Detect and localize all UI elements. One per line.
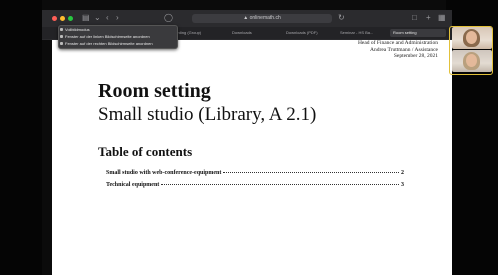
new-tab-icon[interactable]: + bbox=[426, 14, 431, 22]
shield-icon[interactable]: ◯ bbox=[164, 14, 173, 22]
minimize-window-button[interactable] bbox=[60, 16, 65, 21]
menu-item-label: Fenster auf der linken Bildschirmseite a… bbox=[65, 34, 150, 39]
toc-heading: Table of contents bbox=[98, 144, 193, 159]
address-bar[interactable]: ▲ onlinemath.ch bbox=[192, 14, 332, 23]
menu-item-label: Vollbildmodus bbox=[65, 27, 90, 32]
tab-item[interactable]: Seminar - HS Ba... bbox=[340, 29, 384, 37]
toc-leader bbox=[223, 172, 399, 173]
toc-entry-label: Technical equipment bbox=[106, 182, 160, 188]
toc-entry-page: 2 bbox=[401, 170, 404, 176]
tile-right-icon bbox=[60, 42, 63, 45]
document-header-info: Head of Finance and Administration Andre… bbox=[358, 40, 438, 60]
tab-overview-icon[interactable]: ▦ bbox=[438, 14, 446, 22]
share-icon[interactable]: □ bbox=[412, 14, 417, 22]
toc-entry-label: Small studio with web-conference-equipme… bbox=[106, 170, 222, 176]
document-title: Room setting bbox=[98, 80, 211, 102]
toc-leader bbox=[161, 184, 399, 185]
menu-item-label: Fenster auf der rechten Bildschirmseite … bbox=[65, 41, 153, 46]
tab-item[interactable]: Downloads bbox=[232, 29, 282, 37]
fullscreen-icon bbox=[60, 28, 63, 31]
back-icon[interactable]: ‹ bbox=[106, 14, 109, 22]
header-date: September 28, 2021 bbox=[393, 53, 438, 59]
sidebar-icon[interactable]: ▤ bbox=[82, 14, 90, 22]
forward-icon[interactable]: › bbox=[116, 14, 119, 22]
close-window-button[interactable] bbox=[52, 16, 57, 21]
document-page: Head of Finance and Administration Andre… bbox=[52, 40, 452, 275]
toc-entry[interactable]: Small studio with web-conference-equipme… bbox=[106, 170, 404, 178]
header-department: Head of Finance and Administration bbox=[357, 40, 438, 46]
window-controls bbox=[52, 16, 73, 21]
toc-entry[interactable]: Technical equipment 3 bbox=[106, 182, 404, 190]
chevron-down-icon[interactable]: ⌄ bbox=[94, 14, 101, 22]
window-context-menu: Vollbildmodus Fenster auf der linken Bil… bbox=[58, 25, 178, 49]
document-subtitle: Small studio (Library, A 2.1) bbox=[98, 104, 317, 125]
zoom-window-button[interactable] bbox=[68, 16, 73, 21]
tile-left-icon bbox=[60, 35, 63, 38]
toc-entry-page: 3 bbox=[401, 182, 404, 188]
menu-item-tile-right[interactable]: Fenster auf der rechten Bildschirmseite … bbox=[59, 40, 177, 47]
menu-item-tile-left[interactable]: Fenster auf der linken Bildschirmseite a… bbox=[59, 33, 177, 40]
tab-item-active[interactable]: Room setting bbox=[390, 29, 446, 37]
reload-icon[interactable]: ↻ bbox=[338, 14, 345, 22]
menu-item-fullscreen[interactable]: Vollbildmodus bbox=[59, 26, 177, 33]
left-black-margin bbox=[0, 0, 42, 275]
tab-item[interactable]: Downloads (PDF) bbox=[286, 29, 336, 37]
active-speaker-highlight bbox=[449, 26, 493, 75]
